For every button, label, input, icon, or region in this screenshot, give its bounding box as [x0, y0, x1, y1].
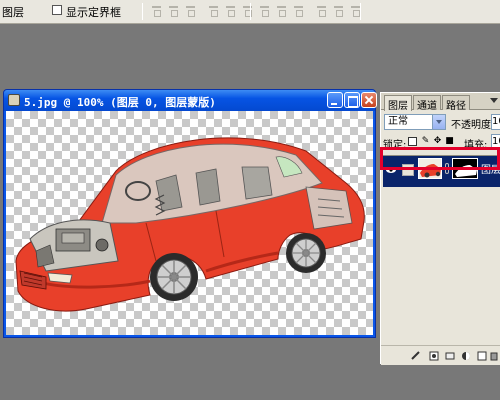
link-layers-icon[interactable] — [411, 351, 421, 361]
layers-panel: 图层 通道 路径 正常 不透明度: 100% 锁定: ✎ ✥ ■ 填充: 100… — [380, 92, 500, 365]
align-left-icon[interactable] — [207, 4, 220, 17]
opacity-input[interactable]: 100% — [491, 114, 500, 130]
align-right-icon[interactable] — [241, 4, 254, 17]
panel-menu-icon[interactable] — [490, 98, 498, 103]
tab-paths[interactable]: 路径 — [442, 95, 470, 112]
car-cutaway-image — [15, 137, 365, 312]
blend-mode-value: 正常 — [388, 116, 408, 127]
show-transform-checkbox[interactable] — [52, 5, 62, 15]
distribute-left-icon[interactable] — [315, 4, 328, 17]
lock-position-icon[interactable]: ✥ — [433, 137, 442, 146]
align-bottom-icon[interactable] — [184, 4, 197, 17]
toolbar-separator — [142, 3, 143, 20]
align-top-icon[interactable] — [150, 4, 163, 17]
layer-name[interactable]: 图层 — [481, 161, 500, 176]
fill-input[interactable]: 100% — [491, 134, 500, 150]
distribute-vcenter-icon[interactable] — [275, 4, 288, 17]
chevron-down-icon[interactable] — [432, 115, 445, 129]
new-layer-icon[interactable] — [477, 351, 487, 361]
tab-channels[interactable]: 通道 — [413, 95, 441, 112]
distribute-bottom-icon[interactable] — [292, 4, 305, 17]
auto-select-layer-label: 图层 — [2, 6, 24, 19]
layer-row[interactable]: 图层 — [383, 155, 500, 187]
distribute-top-icon[interactable] — [258, 4, 271, 17]
brush-icon — [402, 164, 414, 176]
distribute-hcenter-icon[interactable] — [332, 4, 345, 17]
document-titlebar[interactable]: 5.jpg @ 100% (图层 0, 图层蒙版) — [4, 90, 377, 111]
fill-label: 填充: — [464, 140, 488, 151]
eye-icon[interactable] — [386, 166, 396, 174]
toolbar-separator — [250, 3, 251, 20]
distribute-buttons — [258, 4, 362, 18]
layer-mask-thumbnail[interactable] — [452, 158, 478, 179]
lock-transparency-icon[interactable] — [408, 137, 417, 146]
add-mask-icon[interactable] — [445, 351, 455, 361]
photoshop-document-icon — [8, 94, 20, 106]
minimize-button[interactable] — [327, 92, 343, 108]
align-buttons — [150, 4, 254, 18]
lock-label: 锁定: — [383, 140, 407, 151]
delete-layer-icon[interactable] — [489, 351, 499, 361]
document-title: 5.jpg @ 100% (图层 0, 图层蒙版) — [24, 96, 216, 109]
document-canvas[interactable] — [6, 111, 373, 335]
lock-pixels-icon[interactable]: ✎ — [421, 137, 430, 146]
new-group-icon[interactable] — [461, 351, 471, 361]
show-transform-label: 显示定界框 — [66, 6, 121, 19]
mask-link-icon[interactable] — [445, 163, 449, 174]
document-window[interactable]: 5.jpg @ 100% (图层 0, 图层蒙版) — [3, 89, 377, 338]
close-button[interactable] — [361, 92, 377, 108]
toolbar-separator — [360, 3, 361, 20]
layer-thumbnail-image — [419, 159, 441, 178]
layer-mask-image — [453, 159, 477, 178]
panel-bottom-toolbar — [381, 345, 500, 365]
layer-style-icon[interactable] — [429, 351, 439, 361]
panel-tabs: 图层 通道 路径 — [381, 93, 500, 112]
opacity-label: 不透明度: — [451, 120, 495, 131]
maximize-button[interactable] — [344, 92, 360, 108]
tab-layers[interactable]: 图层 — [384, 95, 412, 112]
blend-mode-select[interactable]: 正常 — [384, 114, 446, 130]
options-bar: 图层 显示定界框 — [0, 0, 500, 24]
layer-thumbnail[interactable] — [418, 158, 442, 179]
align-vcenter-icon[interactable] — [167, 4, 180, 17]
lock-all-icon[interactable]: ■ — [445, 137, 454, 146]
align-hcenter-icon[interactable] — [224, 4, 237, 17]
